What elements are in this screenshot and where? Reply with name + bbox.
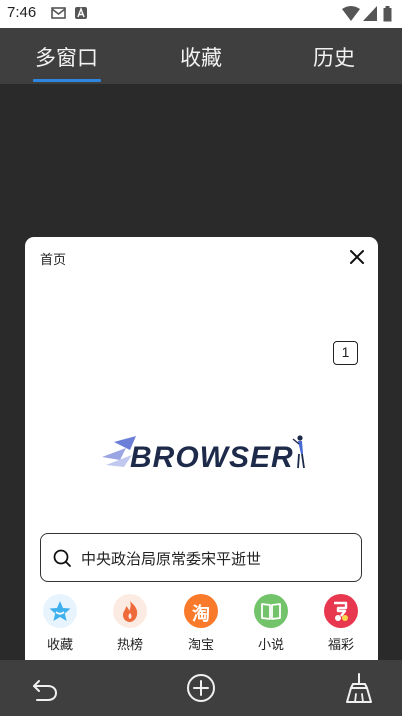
add-window-icon[interactable] bbox=[185, 672, 217, 704]
active-tab-indicator bbox=[33, 79, 101, 82]
back-icon[interactable] bbox=[29, 672, 61, 704]
tab-favorites[interactable]: 收藏 bbox=[180, 42, 222, 72]
bottom-toolbar bbox=[0, 660, 402, 716]
window-title: 首页 bbox=[40, 253, 67, 268]
taobao-glyph: 淘 bbox=[192, 604, 210, 625]
close-icon[interactable] bbox=[348, 248, 366, 266]
search-text: 中央政治局原常委宋平逝世 bbox=[81, 550, 262, 568]
shortcut-row: 收藏 热榜 淘 淘宝 小说 福彩 bbox=[25, 594, 378, 654]
status-bar: 7:46 bbox=[0, 0, 402, 28]
status-time: 7:46 bbox=[7, 4, 37, 21]
shortcut-label: 小说 bbox=[257, 638, 284, 653]
top-tab-bar: 多窗口 收藏 历史 bbox=[0, 28, 402, 84]
flame-icon bbox=[113, 594, 147, 628]
shortcut-label: 热榜 bbox=[116, 638, 143, 653]
wifi-icon bbox=[342, 6, 360, 21]
shortcut-label: 收藏 bbox=[46, 638, 73, 653]
app-notification-icon bbox=[75, 7, 87, 19]
battery-icon bbox=[383, 6, 392, 22]
taobao-icon: 淘 bbox=[184, 594, 218, 628]
browser-logo: BROWSER bbox=[102, 435, 305, 474]
clear-broom-icon[interactable] bbox=[343, 672, 375, 704]
window-card[interactable]: 首页 1 BROWSER 中央政治局原常委宋平逝世 收藏 热榜 淘 淘宝 小说 … bbox=[25, 237, 378, 677]
star-icon bbox=[43, 594, 77, 628]
mail-icon bbox=[51, 7, 66, 19]
shortcut-lottery[interactable]: 福彩 bbox=[311, 594, 371, 653]
logo-text: BROWSER bbox=[130, 441, 294, 474]
shortcut-favorites[interactable]: 收藏 bbox=[30, 594, 90, 653]
search-box[interactable]: 中央政治局原常委宋平逝世 bbox=[40, 533, 362, 582]
signal-icon bbox=[363, 6, 377, 21]
tab-multi-window[interactable]: 多窗口 bbox=[35, 42, 98, 72]
shortcut-novel[interactable]: 小说 bbox=[241, 594, 301, 653]
tab-count-badge[interactable]: 1 bbox=[333, 341, 358, 365]
search-icon bbox=[53, 549, 71, 567]
tab-history[interactable]: 历史 bbox=[313, 42, 355, 72]
book-icon bbox=[254, 594, 288, 628]
shortcut-hot-list[interactable]: 热榜 bbox=[100, 594, 160, 653]
shortcut-label: 淘宝 bbox=[187, 638, 214, 653]
lottery-icon bbox=[324, 594, 358, 628]
shortcut-label: 福彩 bbox=[327, 638, 354, 653]
shortcut-taobao[interactable]: 淘 淘宝 bbox=[171, 594, 231, 653]
